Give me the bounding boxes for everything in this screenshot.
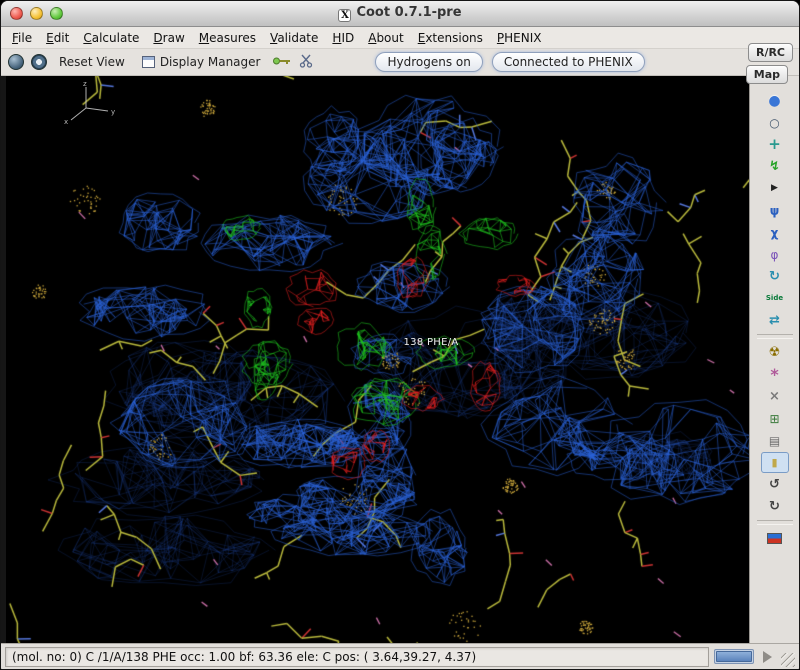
torsion-icon[interactable]: φ: [761, 244, 789, 265]
tool-glyph: ●: [768, 94, 780, 108]
rrc-button[interactable]: R/RC: [748, 43, 793, 62]
add-residue-icon[interactable]: ⊞: [761, 408, 789, 429]
tool-glyph: ↺: [769, 478, 780, 491]
auto-fit-rotamer-icon[interactable]: ▶: [761, 178, 789, 199]
flip-peptide-icon[interactable]: ↻: [761, 266, 789, 287]
main-toolbar: Reset View Display Manager Hydrogens on …: [1, 49, 799, 76]
axis-x-label: x: [64, 118, 68, 126]
tool-glyph: ⊞: [769, 413, 779, 425]
tool-glyph: ▤: [769, 435, 780, 447]
tool-glyph: ↻: [769, 270, 780, 283]
resize-grip[interactable]: [781, 653, 795, 667]
tool-glyph: ↯: [769, 160, 780, 173]
printer-icon[interactable]: ▤: [761, 430, 789, 451]
title-bar[interactable]: X Coot 0.7.1-pre: [1, 1, 799, 27]
menu-bar: FileEditCalculateDrawMeasuresValidateHID…: [1, 27, 799, 49]
phenix-status-button[interactable]: Connected to PHENIX: [492, 52, 645, 72]
reset-view-button[interactable]: Reset View: [54, 52, 130, 72]
redo-icon[interactable]: ↻: [761, 496, 789, 517]
flag-icon[interactable]: [761, 528, 789, 549]
coot-window: X Coot 0.7.1-pre FileEditCalculateDrawMea…: [0, 0, 800, 670]
gl-viewport: z y x 138 PHE/A: [6, 76, 749, 643]
tool-glyph: [767, 533, 782, 544]
side-chain-180-icon[interactable]: Side: [761, 288, 789, 309]
cis-trans-icon[interactable]: ⇄: [761, 310, 789, 331]
axis-y-label: y: [111, 108, 115, 116]
refine-sphere-icon[interactable]: ●: [761, 90, 789, 111]
status-bar: (mol. no: 0) C /1/A/138 PHE occ: 1.00 bf…: [1, 643, 799, 669]
tool-glyph: ⇄: [769, 314, 780, 327]
display-manager-icon: [142, 56, 155, 68]
target-icon[interactable]: [31, 54, 47, 70]
tool-glyph: ○: [769, 117, 779, 129]
display-manager-label: Display Manager: [160, 55, 261, 69]
status-text: (mol. no: 0) C /1/A/138 PHE occ: 1.00 bf…: [5, 647, 709, 667]
close-button[interactable]: [10, 7, 23, 20]
hydrogens-toggle-button[interactable]: Hydrogens on: [375, 52, 482, 72]
asterisk-bonds-icon[interactable]: *: [761, 364, 789, 385]
scissors-icon[interactable]: [299, 54, 313, 71]
tool-glyph: ↻: [769, 500, 780, 513]
tool-glyph: φ: [771, 249, 779, 261]
undo-icon[interactable]: ↺: [761, 474, 789, 495]
display-manager-button[interactable]: Display Manager: [137, 52, 266, 72]
axes-indicator: z y x: [52, 78, 124, 128]
tool-glyph: ▶: [771, 184, 778, 193]
menu-draw[interactable]: Draw: [146, 29, 191, 47]
window-controls: [10, 7, 63, 20]
scrollbar-thumb[interactable]: [716, 651, 752, 662]
rotamers-icon[interactable]: ψ: [761, 200, 789, 221]
tool-glyph: ψ: [770, 205, 780, 217]
tool-glyph: χ: [771, 227, 779, 239]
minimize-button[interactable]: [30, 7, 43, 20]
tool-glyph: ×: [769, 390, 780, 403]
menu-extensions[interactable]: Extensions: [411, 29, 490, 47]
menu-file[interactable]: File: [5, 29, 39, 47]
window-title-text: Coot 0.7.1-pre: [356, 5, 461, 20]
menu-edit[interactable]: Edit: [39, 29, 76, 47]
rigid-body-move-icon[interactable]: +: [761, 134, 789, 155]
menu-validate[interactable]: Validate: [263, 29, 325, 47]
delete-icon[interactable]: ×: [761, 386, 789, 407]
menu-phenix[interactable]: PHENIX: [490, 29, 549, 47]
x11-icon: X: [338, 9, 351, 22]
map-button[interactable]: Map: [746, 65, 788, 84]
gl-canvas[interactable]: [6, 76, 749, 643]
tool-glyph: Side: [766, 295, 783, 302]
separator: [757, 520, 793, 525]
menu-about[interactable]: About: [361, 29, 411, 47]
tool-glyph: ▮: [771, 457, 777, 468]
regularize-circle-icon[interactable]: ○: [761, 112, 789, 133]
expand-triangle-icon[interactable]: [763, 651, 772, 663]
main-area: z y x 138 PHE/A ● ○ + ↯ ▶ ψ χ: [1, 76, 799, 643]
menu-calculate[interactable]: Calculate: [76, 29, 146, 47]
status-scrollbar[interactable]: [714, 649, 754, 664]
zigzag-arrow-icon[interactable]: ↯: [761, 156, 789, 177]
radiation-icon[interactable]: ☢: [761, 342, 789, 363]
menu-measures[interactable]: Measures: [192, 29, 263, 47]
residue-label: 138 PHE/A: [404, 337, 459, 348]
right-toolbar: ● ○ + ↯ ▶ ψ χ φ ↻ Side: [749, 76, 799, 643]
globe-icon[interactable]: [8, 54, 24, 70]
window-title: X Coot 0.7.1-pre: [1, 5, 799, 22]
cylinder-icon[interactable]: ▮: [761, 452, 789, 473]
key-icon[interactable]: [272, 55, 292, 70]
tool-glyph: +: [768, 137, 781, 152]
tool-glyph: *: [770, 367, 778, 383]
axis-z-label: z: [83, 80, 87, 88]
menu-hid[interactable]: HID: [325, 29, 361, 47]
edit-chi-angles-icon[interactable]: χ: [761, 222, 789, 243]
tool-glyph: ☢: [769, 346, 781, 359]
zoom-button[interactable]: [50, 7, 63, 20]
separator: [757, 334, 793, 339]
